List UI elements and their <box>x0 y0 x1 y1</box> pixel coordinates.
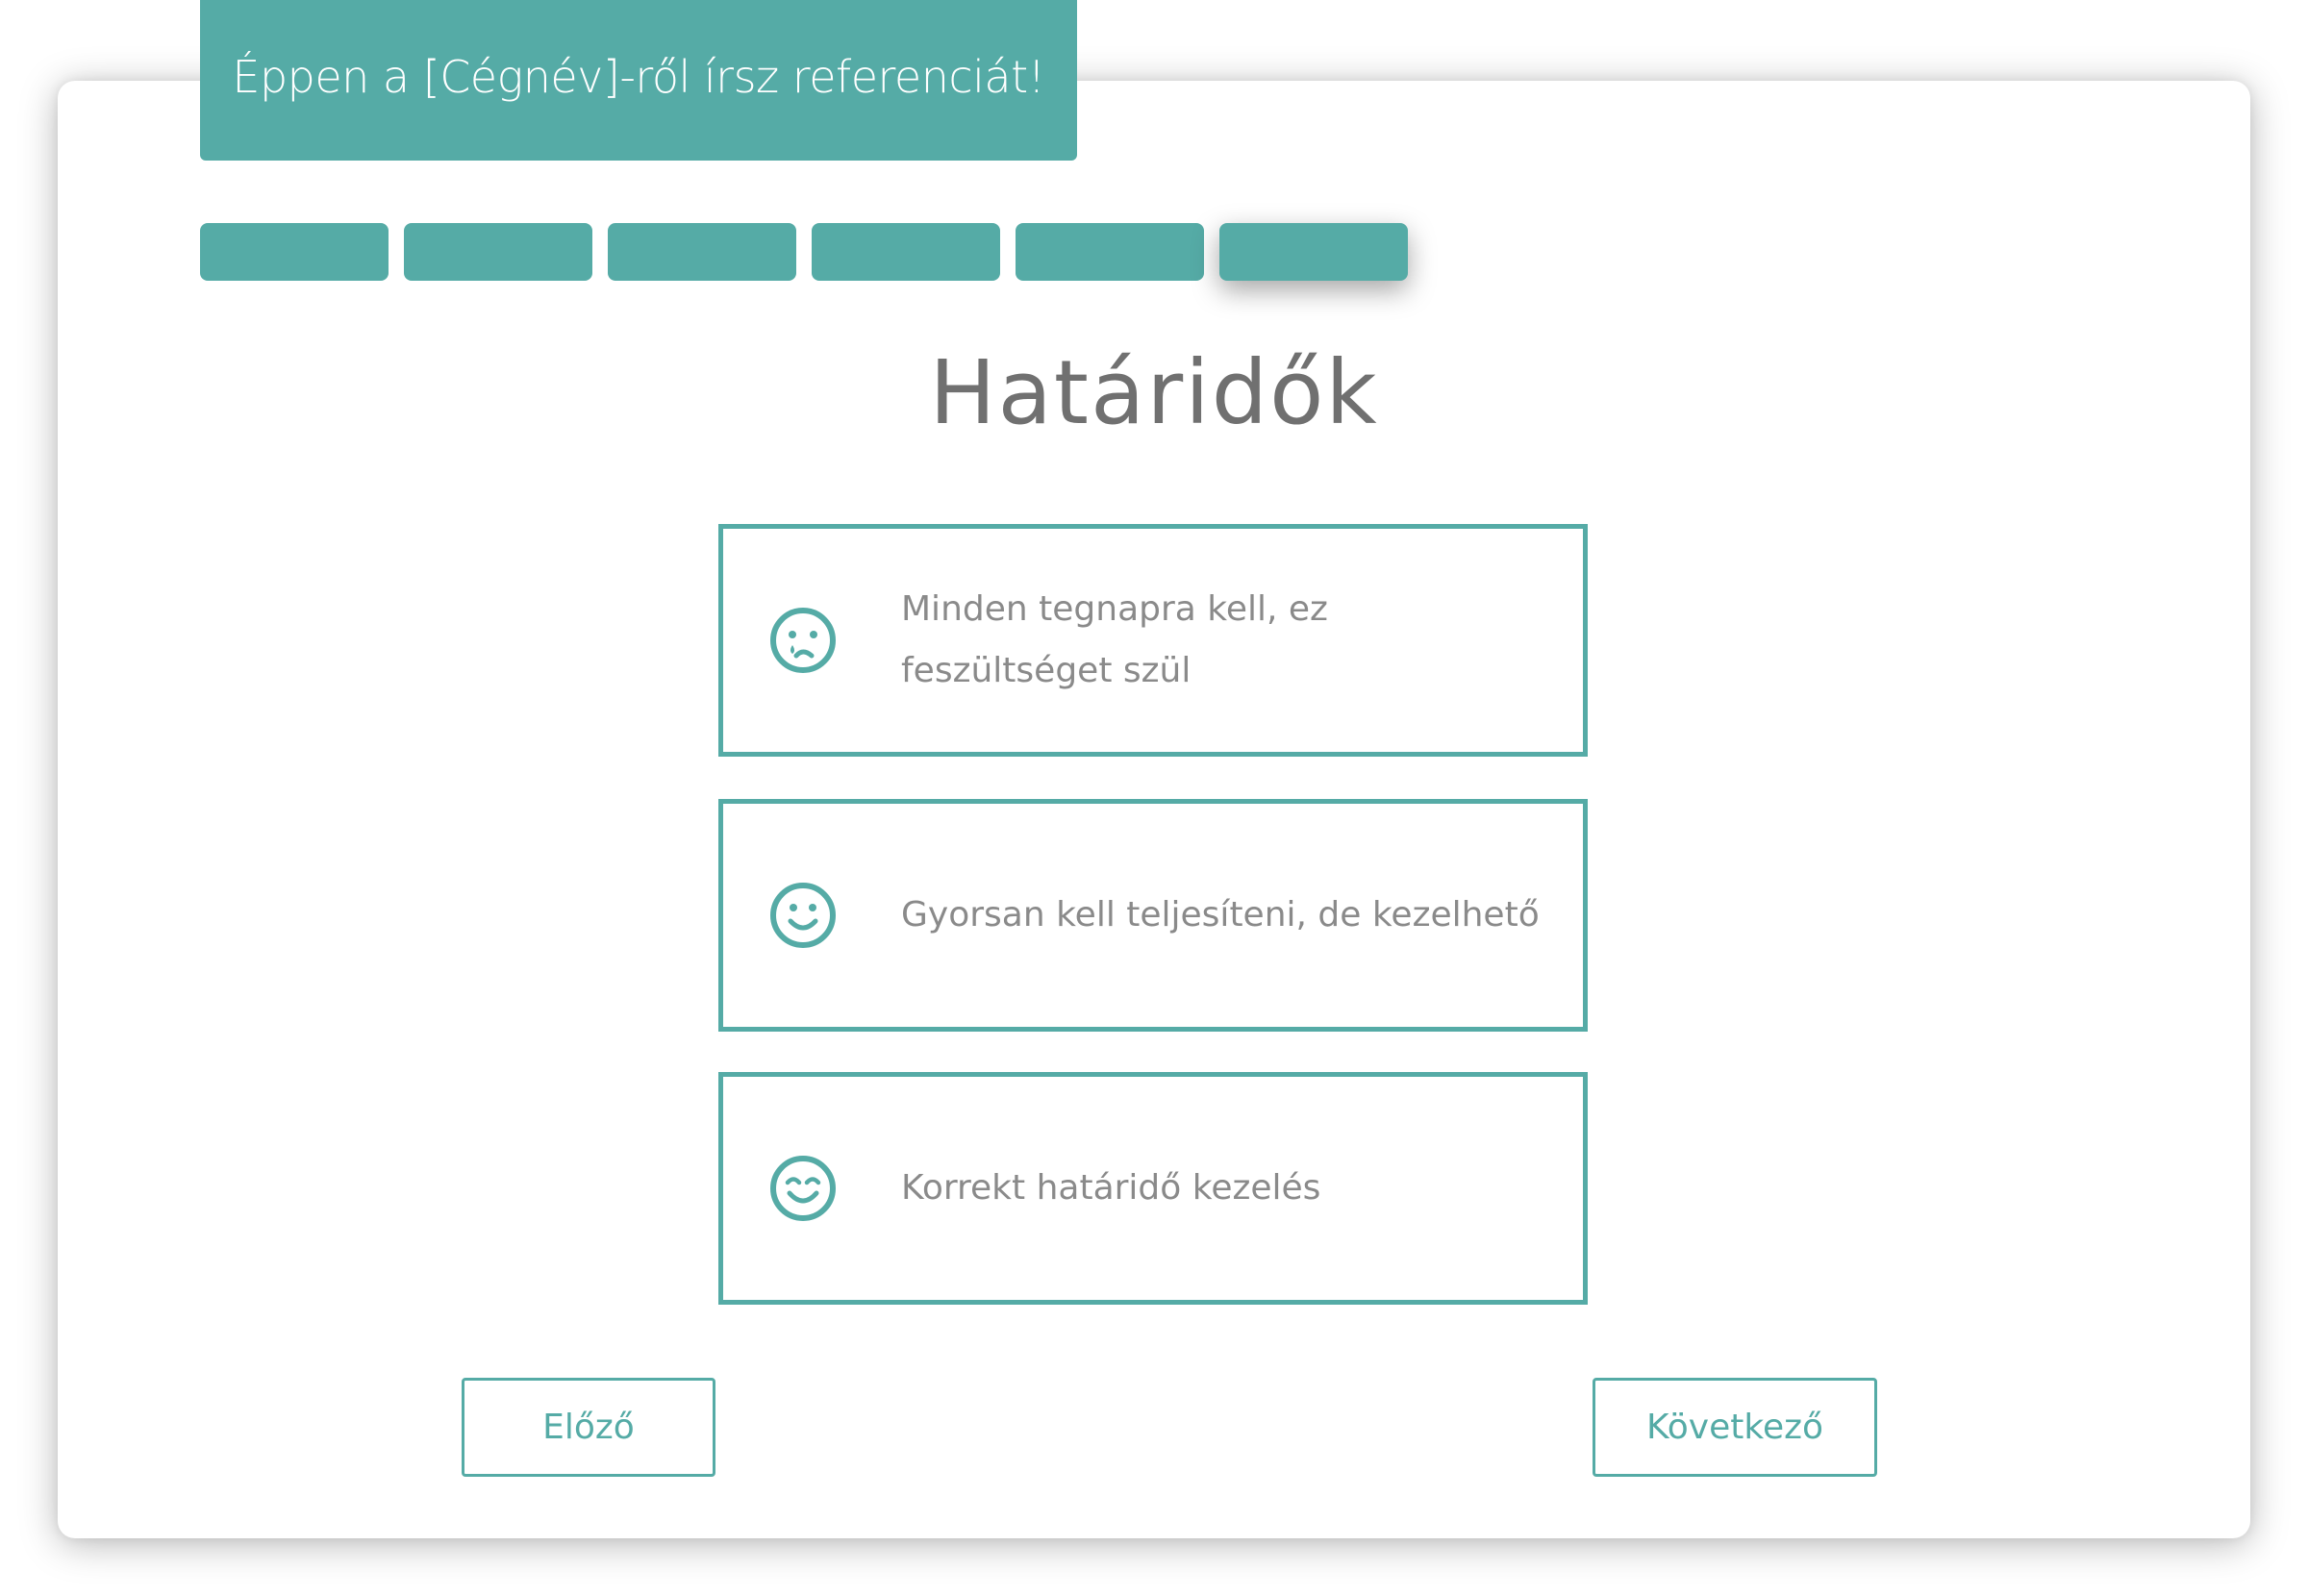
step-3[interactable] <box>608 223 796 281</box>
page-title: Határidők <box>929 341 1379 444</box>
sad-crying-face-icon <box>770 608 836 673</box>
progress-steps <box>200 223 1408 281</box>
option-label: Gyorsan kell teljesíteni, de kezelhető <box>901 895 1540 935</box>
step-5[interactable] <box>1016 223 1204 281</box>
option-fast-but-manageable[interactable]: Gyorsan kell teljesíteni, de kezelhető <box>718 799 1588 1032</box>
option-label: Minden tegnapra kell, ez feszültséget sz… <box>901 589 1328 690</box>
step-6-current[interactable] <box>1219 223 1408 281</box>
step-1[interactable] <box>200 223 389 281</box>
previous-button[interactable]: Előző <box>462 1378 715 1477</box>
option-label: Korrekt határidő kezelés <box>901 1168 1321 1208</box>
next-button[interactable]: Következő <box>1593 1378 1877 1477</box>
company-banner: Éppen a [Cégnév]-ről írsz referenciát! <box>200 0 1077 161</box>
option-stressful-deadlines[interactable]: Minden tegnapra kell, ez feszültséget sz… <box>718 524 1588 757</box>
step-2[interactable] <box>404 223 592 281</box>
smiling-face-icon <box>770 883 836 948</box>
page: Éppen a [Cégnév]-ről írsz referenciát! H… <box>0 0 2308 1596</box>
happy-face-icon <box>770 1156 836 1221</box>
option-correct-deadline-handling[interactable]: Korrekt határidő kezelés <box>718 1072 1588 1305</box>
step-4[interactable] <box>812 223 1000 281</box>
